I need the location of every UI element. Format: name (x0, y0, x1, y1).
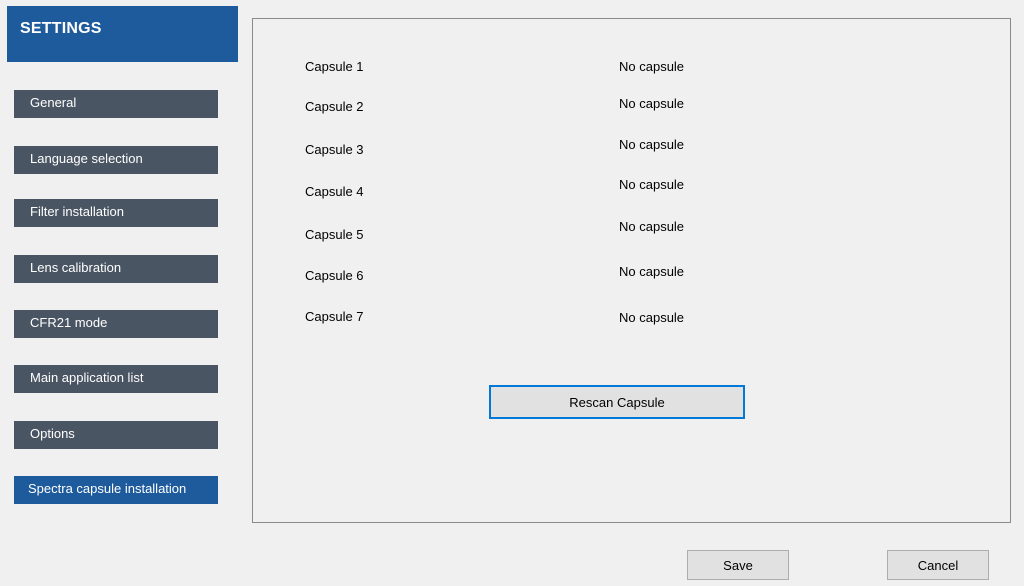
sidebar-item-label: Options (30, 426, 75, 441)
cancel-button[interactable]: Cancel (887, 550, 989, 580)
capsule-label: Capsule 6 (305, 268, 364, 283)
sidebar-item-label: Lens calibration (30, 260, 122, 275)
capsule-status: No capsule (619, 137, 685, 152)
capsule-label: Capsule 4 (305, 184, 364, 199)
capsule-status: No capsule (619, 177, 685, 192)
capsule-label: Capsule 2 (305, 99, 364, 114)
settings-header: SETTINGS (7, 6, 238, 62)
capsule-label: Capsule 3 (305, 142, 364, 157)
sidebar-item-label: Filter installation (30, 204, 124, 219)
sidebar-item-label: Spectra capsule installation (28, 481, 187, 496)
sidebar-item-cfr21-mode[interactable]: CFR21 mode (14, 310, 218, 338)
capsule-status: No capsule (619, 264, 685, 279)
sidebar-item-options[interactable]: Options (14, 421, 218, 449)
sidebar-item-lens-calibration[interactable]: Lens calibration (14, 255, 218, 283)
rescan-capsule-button[interactable]: Rescan Capsule (489, 385, 745, 419)
capsule-status: No capsule (619, 96, 685, 111)
sidebar-item-general[interactable]: General (14, 90, 218, 118)
capsule-status: No capsule (619, 219, 685, 234)
capsule-label: Capsule 7 (305, 309, 364, 324)
capsule-label: Capsule 5 (305, 227, 364, 242)
sidebar-item-label: Main application list (30, 370, 144, 385)
sidebar-item-language-selection[interactable]: Language selection (14, 146, 218, 174)
sidebar-item-label: Language selection (30, 151, 143, 166)
capsule-status: No capsule (619, 59, 685, 74)
sidebar-item-label: General (30, 95, 77, 110)
sidebar-item-label: CFR21 mode (30, 315, 108, 330)
sidebar-item-spectra-capsule-installation[interactable]: Spectra capsule installation (14, 476, 218, 504)
capsule-status: No capsule (619, 310, 685, 325)
save-button[interactable]: Save (687, 550, 789, 580)
sidebar-item-filter-installation[interactable]: Filter installation (14, 199, 218, 227)
capsule-label: Capsule 1 (305, 59, 364, 74)
sidebar-item-main-application-list[interactable]: Main application list (14, 365, 218, 393)
settings-title: SETTINGS (20, 20, 102, 37)
